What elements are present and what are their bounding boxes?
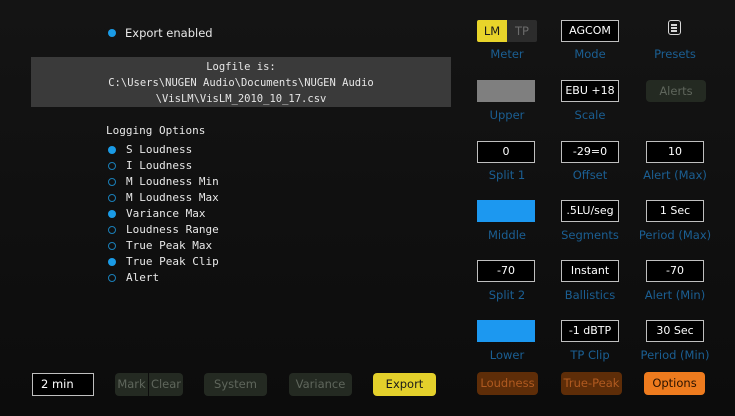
logging-option-radio[interactable] <box>108 178 116 186</box>
split1-field[interactable]: 0 <box>477 141 535 163</box>
logging-option-label: S Loudness <box>126 143 193 156</box>
meter-label: Meter <box>490 47 524 61</box>
mark-button[interactable]: Mark <box>115 373 148 396</box>
presets-list-icon[interactable] <box>668 20 681 35</box>
offset-field[interactable]: -29=0 <box>561 141 619 163</box>
clear-button[interactable]: Clear <box>149 373 183 396</box>
logging-option-label: I Loudness <box>126 159 193 172</box>
meter-lm-button[interactable]: LM <box>477 20 507 42</box>
logfile-panel: Logfile is: C:\Users\NUGEN Audio\Documen… <box>31 57 451 107</box>
scale-label: Scale <box>574 108 606 122</box>
segments-field[interactable]: .5LU/seg <box>561 200 619 222</box>
export-button[interactable]: Export <box>373 373 436 396</box>
logging-option-radio[interactable] <box>108 226 116 234</box>
logging-option-radio[interactable] <box>108 194 116 202</box>
segments-label: Segments <box>561 228 619 242</box>
loudness-button[interactable]: Loudness <box>477 372 538 395</box>
scale-field[interactable]: EBU +18 <box>561 80 619 102</box>
lower-color-swatch[interactable] <box>477 320 535 342</box>
meter-tp-button[interactable]: TP <box>507 20 537 42</box>
alert-max-field[interactable]: 10 <box>646 141 704 163</box>
presets-label[interactable]: Presets <box>630 47 720 61</box>
period-max-field[interactable]: 1 Sec <box>646 200 704 222</box>
logging-options-title: Logging Options <box>106 124 206 137</box>
options-button[interactable]: Options <box>644 372 705 395</box>
offset-label: Offset <box>572 168 608 182</box>
split1-label: Split 1 <box>488 168 526 182</box>
logging-option-radio[interactable] <box>108 210 116 218</box>
logging-option-radio[interactable] <box>108 274 116 282</box>
logging-option-label: Loudness Range <box>126 223 219 236</box>
alert-min-field[interactable]: -70 <box>646 260 704 282</box>
export-enabled-label: Export enabled <box>125 26 213 40</box>
variance-button[interactable]: Variance <box>289 373 352 396</box>
logging-option-radio[interactable] <box>108 162 116 170</box>
alerts-button[interactable]: Alerts <box>646 80 706 102</box>
vislm-settings-panel: Export enabled Logfile is: C:\Users\NUGE… <box>0 0 735 416</box>
logfile-title: Logfile is: <box>206 61 276 73</box>
split2-field[interactable]: -70 <box>477 260 535 282</box>
logging-option-label: Variance Max <box>126 207 206 220</box>
lower-label: Lower <box>489 348 525 362</box>
tp-clip-label: TP Clip <box>570 348 610 362</box>
true-peak-button[interactable]: True-Peak <box>561 372 622 395</box>
middle-color-swatch[interactable] <box>477 200 535 222</box>
ballistics-label: Ballistics <box>564 288 616 302</box>
logging-option-label: True Peak Max <box>126 239 213 252</box>
logging-option-label: M Loudness Max <box>126 191 219 204</box>
period-max-label: Period (Max) <box>638 228 712 242</box>
period-min-label: Period (Min) <box>640 348 710 362</box>
ballistics-field[interactable]: Instant <box>561 260 619 282</box>
logging-option-radio[interactable] <box>108 258 116 266</box>
logging-option-label: True Peak Clip <box>126 255 219 268</box>
meter-toggle: LM TP <box>477 20 537 42</box>
upper-color-swatch[interactable] <box>477 80 535 102</box>
logging-option-radio[interactable] <box>108 242 116 250</box>
logging-option-radio[interactable] <box>108 146 116 154</box>
mode-field[interactable]: AGCOM <box>561 20 619 42</box>
logfile-path-line2: \VisLM\VisLM_2010_10_17.csv <box>155 93 327 105</box>
tp-clip-field[interactable]: -1 dBTP <box>561 320 619 342</box>
alert-min-label: Alert (Min) <box>644 288 706 302</box>
mode-label: Mode <box>574 47 606 61</box>
alert-max-label: Alert (Max) <box>643 168 707 182</box>
logging-option-label: M Loudness Min <box>126 175 219 188</box>
period-min-field[interactable]: 30 Sec <box>646 320 704 342</box>
upper-label: Upper <box>489 108 525 122</box>
system-button[interactable]: System <box>204 373 267 396</box>
middle-label: Middle <box>488 228 526 242</box>
split2-label: Split 2 <box>488 288 526 302</box>
logfile-path-line1: C:\Users\NUGEN Audio\Documents\NUGEN Aud… <box>108 77 374 89</box>
logging-option-label: Alert <box>126 271 160 284</box>
export-enabled-radio[interactable] <box>108 29 116 37</box>
log-interval-field[interactable]: 2 min <box>32 373 94 396</box>
